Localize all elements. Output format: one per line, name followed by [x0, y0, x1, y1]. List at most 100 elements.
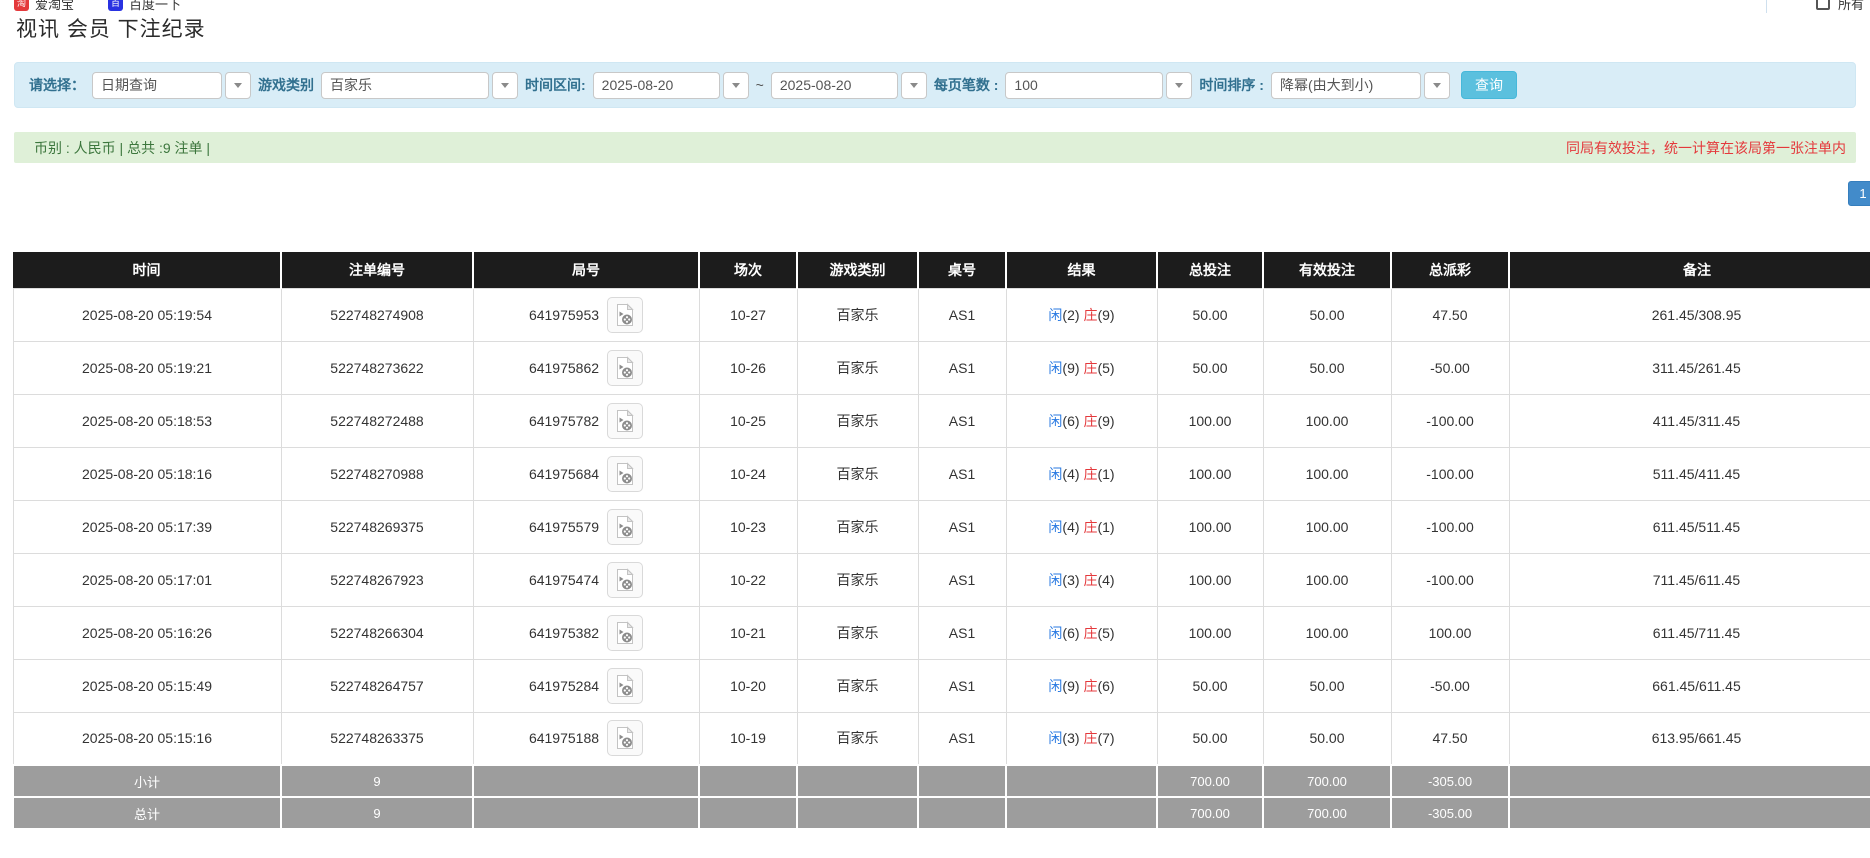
video-replay-icon[interactable] [607, 615, 643, 651]
cell-session: 10-22 [699, 553, 797, 606]
cell-total-bet[interactable]: 100.00 [1157, 606, 1263, 659]
column-header-9: 总派彩 [1391, 252, 1509, 288]
banker-result: 庄 [1083, 678, 1097, 694]
cell-payout: 47.50 [1391, 712, 1509, 765]
cell-remark: 411.45/311.45 [1509, 394, 1870, 447]
player-points: (9) [1062, 360, 1079, 376]
video-replay-icon[interactable] [607, 509, 643, 545]
subtotal-row-count: 9 [281, 765, 473, 797]
date-from-dropdown-button[interactable] [723, 72, 749, 99]
cell-total-bet[interactable]: 100.00 [1157, 500, 1263, 553]
total-row-empty [797, 797, 918, 829]
banker-points: (5) [1097, 360, 1114, 376]
cell-remark: 261.45/308.95 [1509, 288, 1870, 341]
cell-valid-bet: 100.00 [1263, 553, 1391, 606]
cell-total-bet[interactable]: 50.00 [1157, 712, 1263, 765]
cell-bet-number: 522748263375 [281, 712, 473, 765]
cell-bet-number: 522748270988 [281, 447, 473, 500]
round-number-group: 641975862 [529, 350, 643, 386]
cell-game-type: 百家乐 [797, 553, 918, 606]
round-number: 641975782 [529, 413, 599, 429]
time-sort-dropdown-button[interactable] [1424, 72, 1450, 99]
cell-session: 10-27 [699, 288, 797, 341]
cell-time: 2025-08-20 05:15:16 [13, 712, 281, 765]
cell-table-number: AS1 [918, 659, 1006, 712]
page-title: 视讯 会员 下注纪录 [16, 13, 206, 43]
cell-table-number: AS1 [918, 500, 1006, 553]
player-points: (9) [1062, 678, 1079, 694]
cell-payout: 100.00 [1391, 606, 1509, 659]
cell-valid-bet: 100.00 [1263, 500, 1391, 553]
cell-total-bet[interactable]: 100.00 [1157, 447, 1263, 500]
cell-payout: 47.50 [1391, 288, 1509, 341]
chevron-down-icon [1175, 83, 1183, 88]
cell-total-bet[interactable]: 50.00 [1157, 659, 1263, 712]
cell-total-bet[interactable]: 100.00 [1157, 394, 1263, 447]
query-type-value[interactable]: 日期查询 [92, 72, 222, 99]
cell-remark: 613.95/661.45 [1509, 712, 1870, 765]
bookmark-item[interactable]: 百百度一下 [108, 0, 181, 13]
time-sort-value[interactable]: 降幂(由大到小) [1271, 72, 1421, 99]
cell-game-type: 百家乐 [797, 500, 918, 553]
cell-table-number: AS1 [918, 606, 1006, 659]
cell-result: 闲(3) 庄(7) [1006, 712, 1157, 765]
banker-result: 庄 [1083, 572, 1097, 588]
cell-time: 2025-08-20 05:19:54 [13, 288, 281, 341]
page-size-dropdown-button[interactable] [1166, 72, 1192, 99]
cell-round-number: 641975684 [473, 447, 699, 500]
video-replay-icon[interactable] [607, 720, 643, 756]
query-type-dropdown-button[interactable] [225, 72, 251, 99]
video-replay-icon[interactable] [607, 350, 643, 386]
cell-total-bet[interactable]: 50.00 [1157, 288, 1263, 341]
player-points: (2) [1062, 307, 1079, 323]
cell-round-number: 641975862 [473, 341, 699, 394]
bookmark-item[interactable]: 淘爱淘宝 [14, 0, 74, 13]
video-replay-icon[interactable] [607, 297, 643, 333]
summary-bar: 币别 : 人民币 | 总共 :9 注单 | 同局有效投注，统一计算在该局第一张注… [14, 132, 1856, 163]
player-points: (4) [1062, 466, 1079, 482]
video-replay-icon[interactable] [607, 562, 643, 598]
round-number: 641975684 [529, 466, 599, 482]
cell-session: 10-20 [699, 659, 797, 712]
page-size-value[interactable]: 100 [1005, 72, 1163, 99]
chevron-down-icon [234, 83, 242, 88]
chevron-down-icon [501, 83, 509, 88]
round-number-group: 641975782 [529, 403, 643, 439]
table-row: 2025-08-20 05:19:21522748273622641975862… [13, 341, 1870, 394]
pagination-page-1[interactable]: 1 [1848, 181, 1870, 206]
banker-result: 庄 [1083, 307, 1097, 323]
cell-result: 闲(6) 庄(9) [1006, 394, 1157, 447]
video-replay-icon[interactable] [607, 403, 643, 439]
query-button[interactable]: 查询 [1461, 71, 1517, 99]
date-to-value[interactable]: 2025-08-20 [771, 72, 898, 99]
bookmark-label: 爱淘宝 [35, 0, 74, 13]
column-header-8: 有效投注 [1263, 252, 1391, 288]
round-number: 641975862 [529, 360, 599, 376]
cell-payout: -100.00 [1391, 500, 1509, 553]
cell-table-number: AS1 [918, 447, 1006, 500]
total-row-valid-bet: 700.00 [1263, 797, 1391, 829]
cell-time: 2025-08-20 05:17:39 [13, 500, 281, 553]
round-number: 641975382 [529, 625, 599, 641]
cell-total-bet[interactable]: 100.00 [1157, 553, 1263, 606]
cell-round-number: 641975284 [473, 659, 699, 712]
round-number-group: 641975953 [529, 297, 643, 333]
date-from-value[interactable]: 2025-08-20 [593, 72, 720, 99]
video-replay-icon[interactable] [607, 668, 643, 704]
cell-total-bet[interactable]: 50.00 [1157, 341, 1263, 394]
date-to-dropdown-button[interactable] [901, 72, 927, 99]
game-type-value[interactable]: 百家乐 [321, 72, 489, 99]
video-replay-icon[interactable] [607, 456, 643, 492]
cell-round-number: 641975188 [473, 712, 699, 765]
banker-result: 庄 [1083, 413, 1097, 429]
cell-remark: 611.45/511.45 [1509, 500, 1870, 553]
banker-points: (4) [1097, 572, 1114, 588]
cell-session: 10-25 [699, 394, 797, 447]
column-header-6: 结果 [1006, 252, 1157, 288]
game-type-dropdown-button[interactable] [492, 72, 518, 99]
column-header-7: 总投注 [1157, 252, 1263, 288]
banker-points: (1) [1097, 466, 1114, 482]
banker-points: (6) [1097, 678, 1114, 694]
cell-time: 2025-08-20 05:18:16 [13, 447, 281, 500]
bookmarks-right[interactable]: 所有 [1816, 0, 1864, 13]
